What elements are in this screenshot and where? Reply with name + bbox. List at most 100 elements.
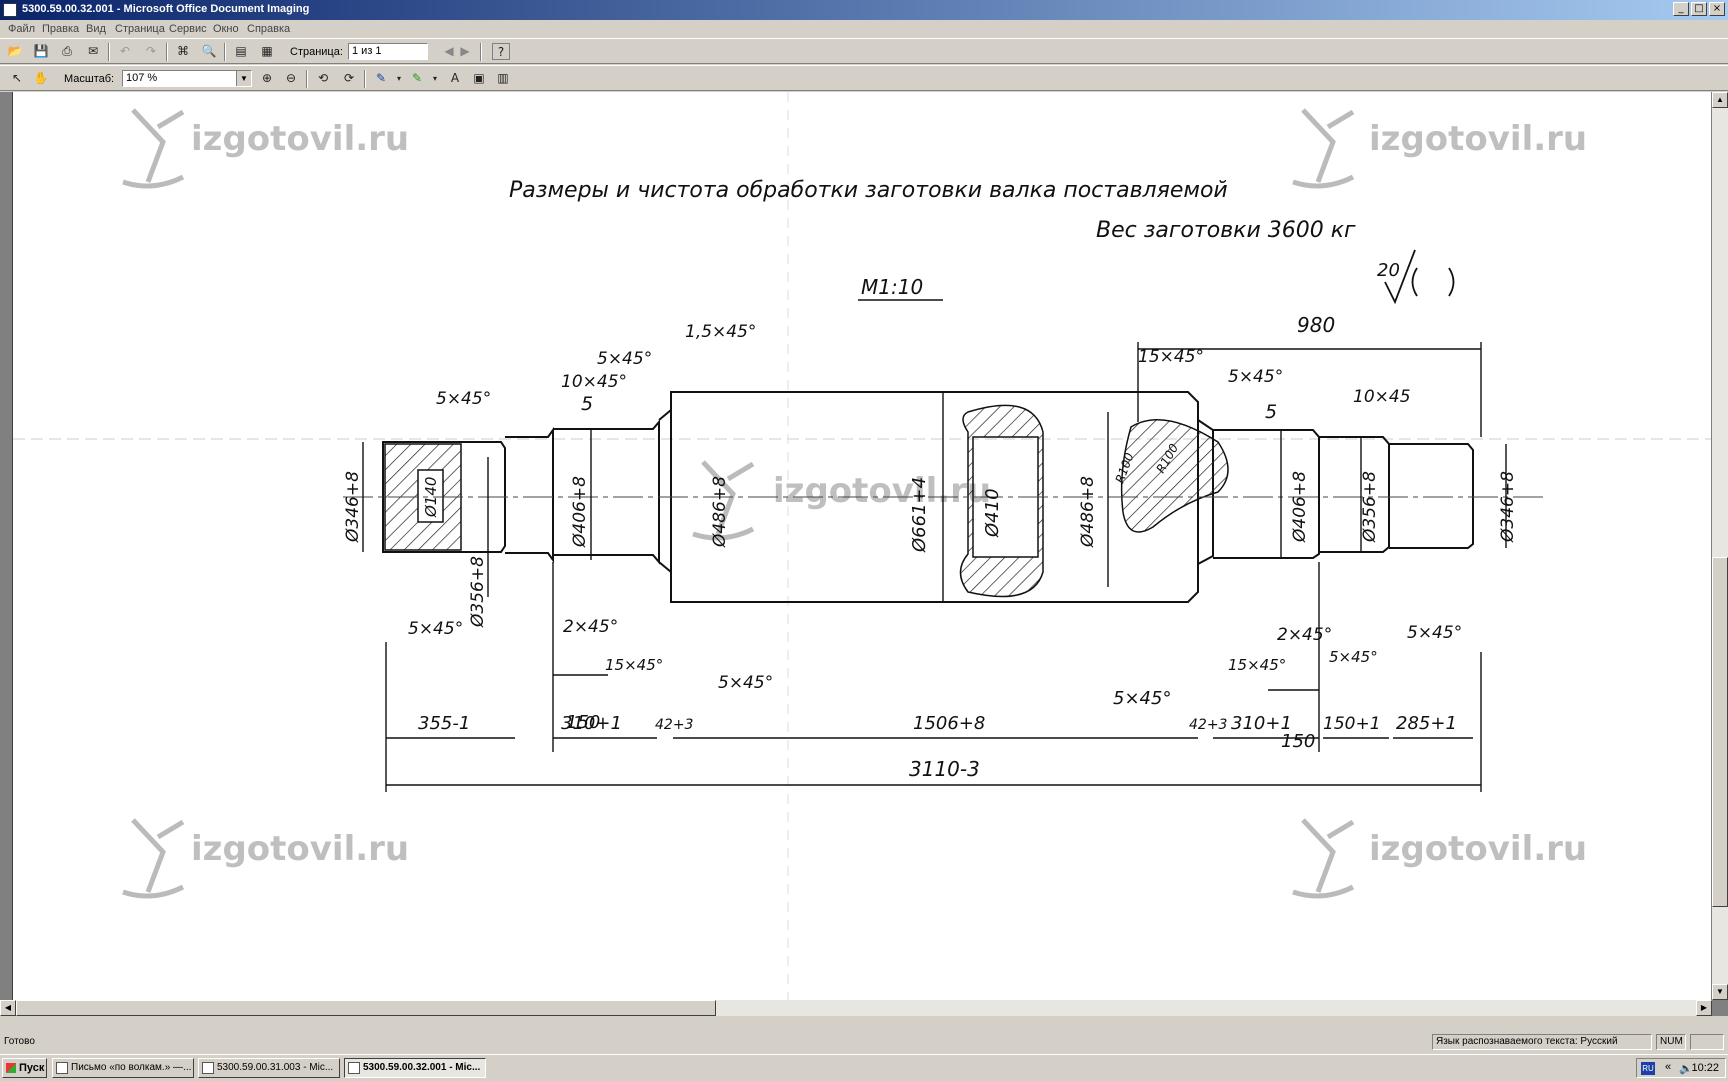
dim-150-plus: 150+1 bbox=[1323, 714, 1381, 734]
scroll-right-icon[interactable]: ▶ bbox=[1696, 1000, 1712, 1016]
send-icon[interactable]: ✉ bbox=[84, 43, 102, 60]
watermark-text: izgotovil.ru bbox=[191, 119, 409, 159]
tray-expand-icon[interactable]: « bbox=[1665, 1061, 1671, 1073]
chevron-down-icon[interactable]: ▼ bbox=[236, 71, 251, 86]
mail-icon bbox=[56, 1062, 68, 1074]
menu-file[interactable]: Файл bbox=[8, 23, 35, 35]
text-box-icon[interactable]: A bbox=[446, 70, 464, 87]
reading-mode-icon[interactable]: ▥ bbox=[494, 70, 512, 87]
dim-5x45-right-low: 5×45° bbox=[1329, 648, 1378, 666]
dim-310-right: 310+1 bbox=[1231, 713, 1292, 734]
toolbar-separator bbox=[224, 43, 226, 61]
vertical-scrollbar[interactable]: ▲ ▼ bbox=[1712, 92, 1728, 1000]
dim-3110: 3110-3 bbox=[909, 757, 980, 781]
watermark-text: izgotovil.ru bbox=[1369, 119, 1587, 159]
page-number-field[interactable]: 1 из 1 bbox=[348, 43, 428, 60]
dim-d356-left: Ø356+8 bbox=[468, 556, 488, 628]
toolbar-separator bbox=[306, 70, 308, 88]
status-text: Готово bbox=[4, 1036, 35, 1047]
menu-help[interactable]: Справка bbox=[247, 23, 290, 35]
taskbar-item-document-31[interactable]: 5300.59.00.31.003 - Mic... bbox=[198, 1058, 340, 1078]
windows-logo-icon bbox=[6, 1063, 16, 1073]
toolbar-separator bbox=[166, 43, 168, 61]
toolbar-separator bbox=[108, 43, 110, 61]
pan-hand-icon[interactable]: ✋ bbox=[32, 70, 50, 87]
dim-10x45-right: 10×45 bbox=[1353, 387, 1411, 407]
horizontal-scroll-thumb[interactable] bbox=[16, 1000, 716, 1016]
insert-picture-icon[interactable]: ▣ bbox=[470, 70, 488, 87]
dimension-labels: 1,5×45° 5×45° 10×45° 5×45° 5 Ø346+8 Ø140… bbox=[343, 313, 1518, 781]
dim-150-right: 150 bbox=[1281, 731, 1315, 752]
drawing-weight: Вес заготовки 3600 кг bbox=[1096, 218, 1356, 243]
system-tray: RU « 🔈 10:22 bbox=[1636, 1058, 1726, 1078]
rotate-right-icon[interactable]: ⟳ bbox=[340, 70, 358, 87]
pen-dropdown-icon[interactable]: ▾ bbox=[390, 70, 408, 87]
status-panel-empty bbox=[1690, 1034, 1724, 1050]
open-icon[interactable]: 📂 bbox=[6, 43, 24, 60]
dim-5x45-far-left: 5×45° bbox=[436, 389, 491, 409]
menu-page[interactable]: Страница bbox=[115, 23, 165, 35]
help-icon[interactable]: ? bbox=[492, 43, 510, 60]
roughness-value: 20 bbox=[1377, 260, 1400, 281]
vertical-scroll-thumb[interactable] bbox=[1712, 557, 1728, 907]
num-lock-status: NUM bbox=[1656, 1034, 1686, 1050]
find-icon[interactable]: 🔍 bbox=[200, 43, 218, 60]
scroll-down-icon[interactable]: ▼ bbox=[1712, 984, 1728, 1000]
window-title: 5300.59.00.32.001 - Microsoft Office Doc… bbox=[22, 3, 310, 15]
dim-310-left: 310+1 bbox=[561, 713, 622, 734]
highlighter-dropdown-icon[interactable]: ▾ bbox=[426, 70, 444, 87]
select-text-icon[interactable]: ⌘ bbox=[174, 43, 192, 60]
language-indicator[interactable]: RU bbox=[1641, 1062, 1655, 1075]
dim-d356-right: Ø356+8 bbox=[1360, 471, 1380, 543]
document-viewport: izgotovil.ru izgotovil.ru izgotovil.ru i… bbox=[0, 92, 1728, 1016]
annotation-toolbar: ↖ ✋ Масштаб: 107 % ▼ ⊕ ⊖ ⟲ ⟳ ✎ ▾ ✎ ▾ A ▣… bbox=[0, 65, 1728, 91]
document-page[interactable]: izgotovil.ru izgotovil.ru izgotovil.ru i… bbox=[12, 92, 1711, 1000]
dim-42-left: 42+3 bbox=[655, 717, 693, 733]
horizontal-scrollbar[interactable]: ◀ ▶ bbox=[0, 1000, 1712, 1016]
maximize-button[interactable]: □ bbox=[1691, 2, 1707, 16]
taskbar-item-label: Письмо «по волкам.» —... bbox=[71, 1062, 192, 1073]
dim-42-right: 42+3 bbox=[1189, 717, 1227, 733]
scroll-up-icon[interactable]: ▲ bbox=[1712, 92, 1728, 108]
document-icon bbox=[202, 1062, 214, 1074]
next-page-icon[interactable]: ▶ bbox=[456, 43, 474, 60]
save-icon[interactable]: 💾 bbox=[32, 43, 50, 60]
taskbar-item-label: 5300.59.00.32.001 - Mic... bbox=[363, 1062, 481, 1073]
dim-d346-left: Ø346+8 bbox=[343, 471, 363, 543]
start-button[interactable]: Пуск bbox=[2, 1058, 47, 1078]
undo-icon[interactable]: ↶ bbox=[116, 43, 134, 60]
zoom-label: Масштаб: bbox=[64, 73, 115, 85]
menu-window[interactable]: Окно bbox=[213, 23, 239, 35]
dim-d406-right: Ø406+8 bbox=[1290, 471, 1310, 543]
rotate-left-icon[interactable]: ⟲ bbox=[314, 70, 332, 87]
taskbar-item-label: 5300.59.00.31.003 - Mic... bbox=[217, 1062, 334, 1073]
pen-icon[interactable]: ✎ bbox=[372, 70, 390, 87]
dim-5x45-mid: 5×45° bbox=[718, 673, 773, 693]
dim-d410: Ø410 bbox=[982, 488, 1003, 538]
ocr-icon[interactable]: ▤ bbox=[232, 43, 250, 60]
drawing-title: Размеры и чистота обработки заготовки ва… bbox=[509, 178, 1228, 203]
highlighter-icon[interactable]: ✎ bbox=[408, 70, 426, 87]
dim-15x45-left: 15×45° bbox=[605, 656, 663, 674]
print-icon[interactable]: ⎙ bbox=[58, 43, 76, 60]
dim-1506: 1506+8 bbox=[913, 713, 985, 734]
send-to-word-icon[interactable]: ▦ bbox=[258, 43, 276, 60]
dim-5x45-top: 5×45° bbox=[597, 349, 652, 369]
zoom-in-icon[interactable]: ⊕ bbox=[258, 70, 276, 87]
menu-edit[interactable]: Правка bbox=[42, 23, 79, 35]
minimize-button[interactable]: _ bbox=[1673, 2, 1689, 16]
zoom-select[interactable]: 107 % ▼ bbox=[122, 70, 252, 87]
zoom-out-icon[interactable]: ⊖ bbox=[282, 70, 300, 87]
dim-five-left: 5 bbox=[581, 393, 593, 415]
app-icon bbox=[3, 3, 17, 17]
menu-tools[interactable]: Сервис bbox=[169, 23, 207, 35]
watermark-text: izgotovil.ru bbox=[1369, 829, 1587, 869]
redo-icon[interactable]: ↷ bbox=[142, 43, 160, 60]
close-button[interactable]: × bbox=[1709, 2, 1725, 16]
taskbar-item-letter[interactable]: Письмо «по волкам.» —... bbox=[52, 1058, 194, 1078]
pointer-icon[interactable]: ↖ bbox=[8, 70, 26, 87]
menu-view[interactable]: Вид bbox=[86, 23, 106, 35]
taskbar-item-document-32[interactable]: 5300.59.00.32.001 - Mic... bbox=[344, 1058, 486, 1078]
document-icon bbox=[348, 1062, 360, 1074]
scroll-left-icon[interactable]: ◀ bbox=[0, 1000, 16, 1016]
